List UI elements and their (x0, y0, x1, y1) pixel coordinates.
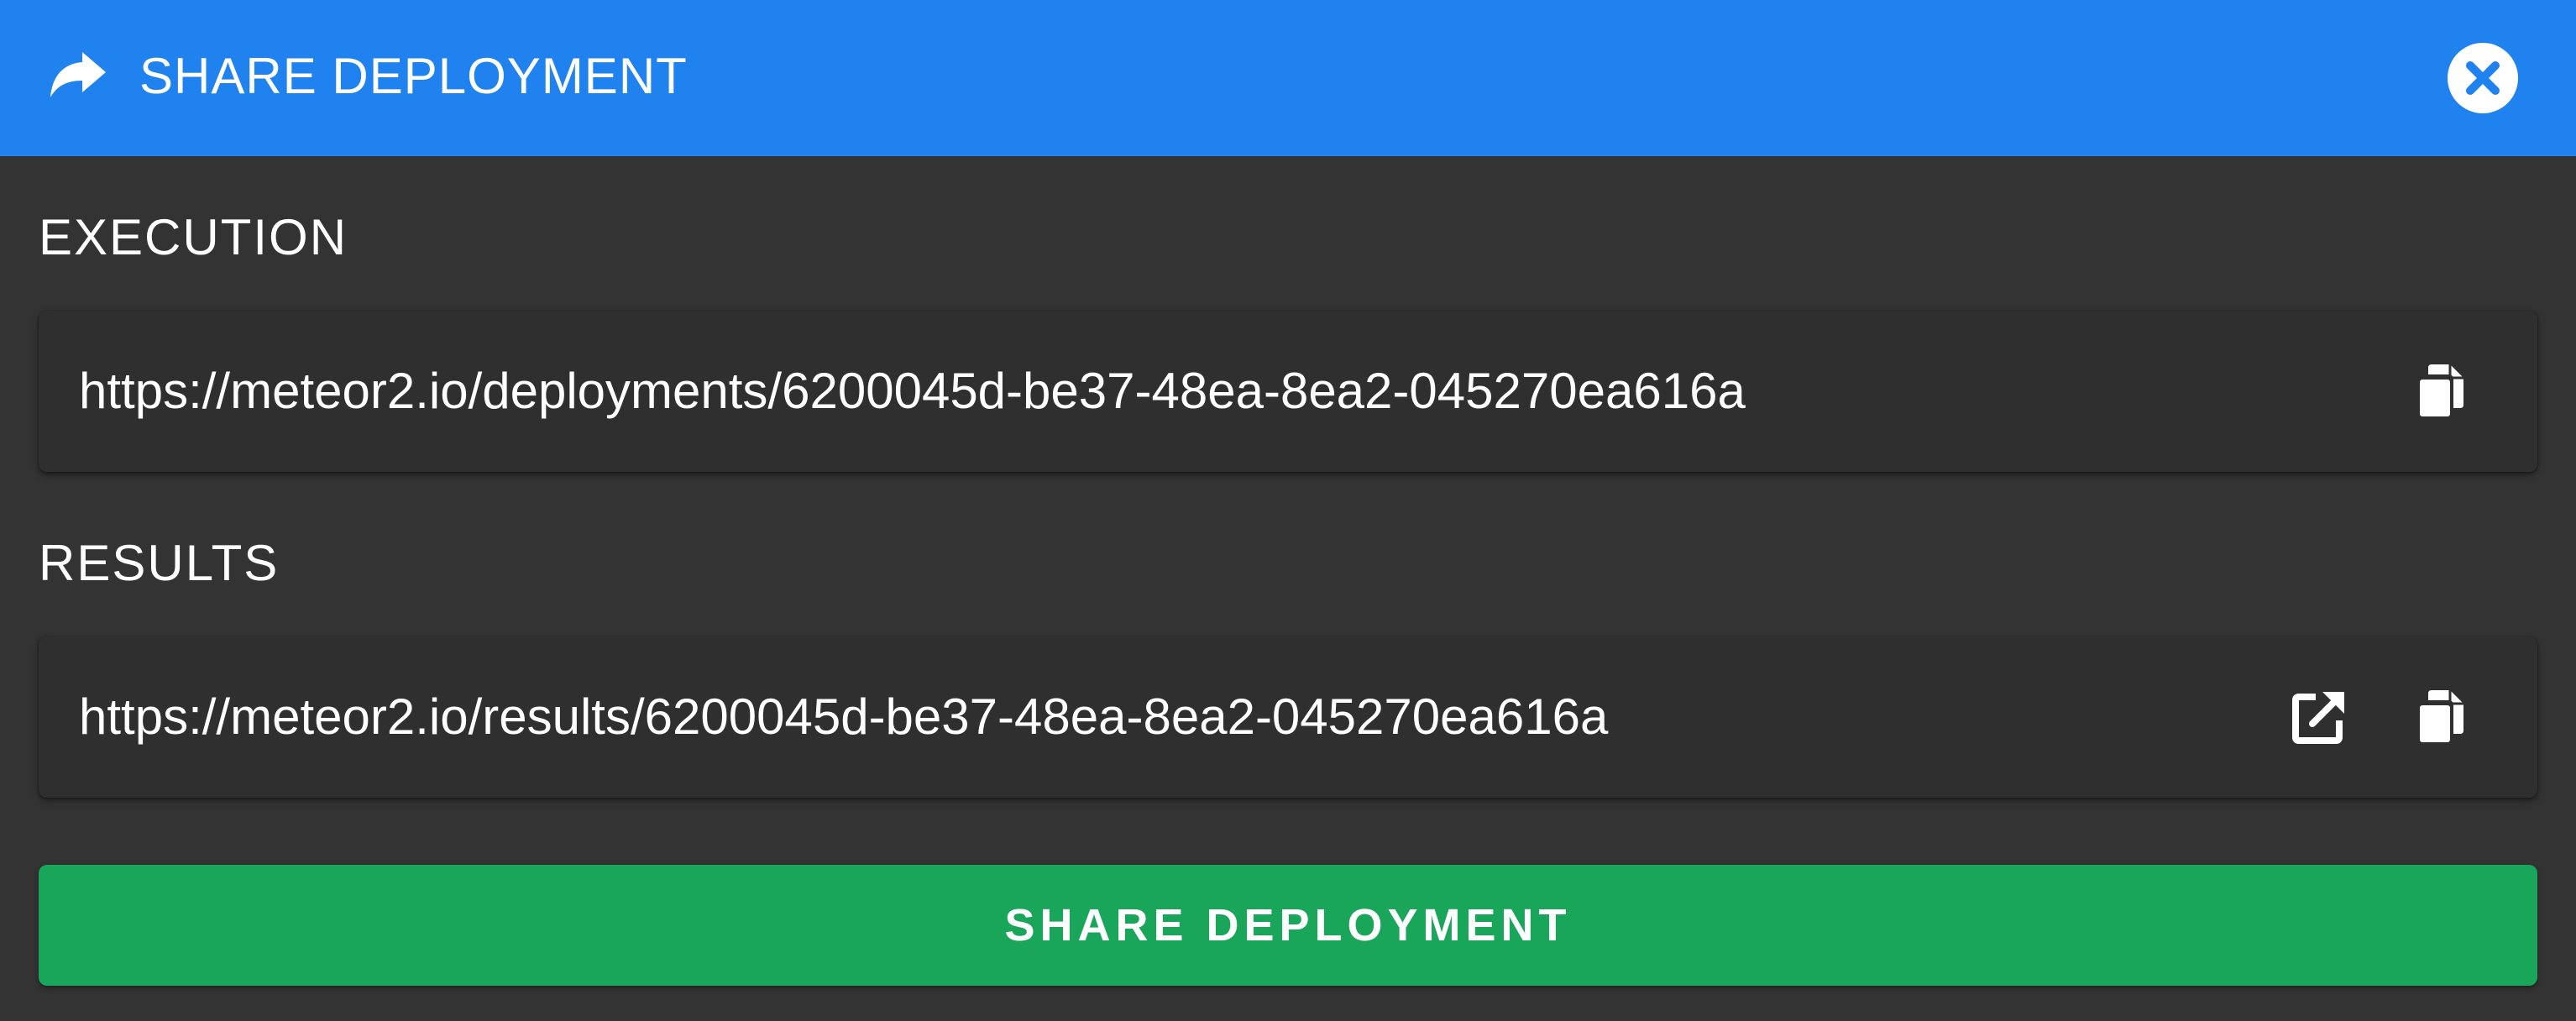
open-external-icon[interactable] (2289, 687, 2349, 747)
execution-label: EXECUTION (39, 209, 348, 265)
share-forward-icon (50, 52, 106, 97)
results-url[interactable]: https://meteor2.io/results/6200045d-be37… (79, 685, 1608, 749)
copy-icon[interactable] (2411, 361, 2472, 421)
share-deployment-modal: SHARE DEPLOYMENT EXECUTION https://meteo… (0, 0, 2576, 1021)
results-label: RESULTS (39, 535, 280, 591)
execution-url-card: https://meteor2.io/deployments/6200045d-… (39, 311, 2537, 472)
execution-url[interactable]: https://meteor2.io/deployments/6200045d-… (79, 359, 1746, 423)
share-deployment-button[interactable]: SHARE DEPLOYMENT (39, 865, 2537, 986)
close-icon[interactable] (2447, 42, 2519, 114)
modal-header: SHARE DEPLOYMENT (0, 0, 2576, 156)
copy-icon[interactable] (2411, 687, 2472, 747)
results-url-card: https://meteor2.io/results/6200045d-be37… (39, 636, 2537, 798)
modal-title: SHARE DEPLOYMENT (139, 48, 688, 104)
